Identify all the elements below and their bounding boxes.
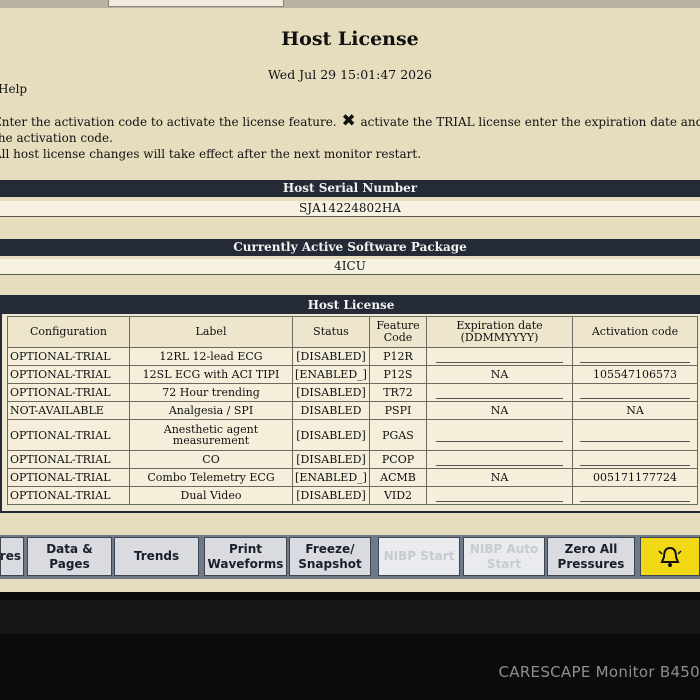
software-package-value: 4ICU bbox=[0, 259, 700, 275]
trends-button[interactable]: Trends bbox=[114, 537, 199, 576]
table-row[interactable]: OPTIONAL-TRIAL 12RL 12-lead ECG [DISABLE… bbox=[7, 347, 698, 366]
close-x-icon: ✖ bbox=[341, 111, 356, 131]
row-feature-code: PGAS bbox=[369, 419, 427, 451]
expiration-date-field: NA bbox=[426, 468, 573, 487]
instruction-line-1a: Enter the activation code to activate th… bbox=[0, 115, 337, 129]
row-configuration: OPTIONAL-TRIAL bbox=[7, 468, 130, 487]
expiration-date-field[interactable] bbox=[426, 450, 573, 469]
row-label: Anesthetic agent measurement bbox=[129, 419, 293, 451]
nibp-auto-start-button: NIBP Auto Start bbox=[463, 537, 545, 576]
row-label: Dual Video bbox=[129, 486, 293, 505]
expiration-date-field[interactable] bbox=[426, 347, 573, 366]
help-label: Help bbox=[0, 82, 28, 96]
nibp-start-button: NIBP Start bbox=[378, 537, 460, 576]
instruction-line-3: All host license changes will take effec… bbox=[0, 147, 422, 161]
expiration-date-field: NA bbox=[426, 401, 573, 420]
top-tab[interactable] bbox=[108, 0, 284, 7]
row-feature-code: P12R bbox=[369, 347, 427, 366]
row-configuration: OPTIONAL-TRIAL bbox=[7, 383, 130, 402]
table-row: NOT-AVAILABLE Analgesia / SPI DISABLED P… bbox=[7, 401, 698, 420]
expiration-date-field[interactable] bbox=[426, 486, 573, 505]
row-feature-code: TR72 bbox=[369, 383, 427, 402]
instruction-line-1: Enter the activation code to activate th… bbox=[0, 111, 700, 131]
table-row[interactable]: OPTIONAL-TRIAL 12SL ECG with ACI TIPI [E… bbox=[7, 365, 698, 384]
activation-code-field: 105547106573 bbox=[572, 365, 698, 384]
row-label: Combo Telemetry ECG bbox=[129, 468, 293, 487]
monitor-bezel bbox=[0, 600, 700, 634]
page-title: Host License bbox=[281, 28, 419, 50]
print-waveforms-button[interactable]: Print Waveforms bbox=[204, 537, 287, 576]
instruction-line-2: the activation code. bbox=[0, 131, 113, 145]
row-label: 12RL 12-lead ECG bbox=[129, 347, 293, 366]
activation-code-field: NA bbox=[572, 401, 698, 420]
row-status[interactable]: [ENABLED_] bbox=[292, 365, 370, 384]
row-status[interactable]: [DISABLED] bbox=[292, 383, 370, 402]
row-status: DISABLED bbox=[292, 401, 370, 420]
alarm-button[interactable] bbox=[640, 537, 700, 576]
instruction-line-1b: activate the TRIAL license enter the exp… bbox=[360, 115, 700, 129]
device-brand-label: CARESCAPE Monitor B450 bbox=[498, 663, 700, 681]
row-feature-code: VID2 bbox=[369, 486, 427, 505]
license-table-header: Host License bbox=[2, 297, 700, 314]
license-table-frame: Host License Configuration Label Status … bbox=[0, 295, 700, 513]
monitor-screen: Host License Wed Jul 29 15:01:47 2026 He… bbox=[0, 0, 700, 592]
row-feature-code: PSPI bbox=[369, 401, 427, 420]
col-activation-code: Activation code bbox=[572, 316, 698, 348]
row-feature-code: P12S bbox=[369, 365, 427, 384]
table-row[interactable]: OPTIONAL-TRIAL 72 Hour trending [DISABLE… bbox=[7, 383, 698, 402]
license-table-columns: Configuration Label Status Feature Code … bbox=[7, 316, 698, 348]
row-label: 12SL ECG with ACI TIPI bbox=[129, 365, 293, 384]
row-status[interactable]: [DISABLED] bbox=[292, 486, 370, 505]
top-strip bbox=[0, 0, 700, 8]
row-feature-code: PCOP bbox=[369, 450, 427, 469]
freeze-snapshot-button[interactable]: Freeze/ Snapshot bbox=[289, 537, 371, 576]
data-pages-button[interactable]: Data & Pages bbox=[27, 537, 112, 576]
row-configuration: OPTIONAL-TRIAL bbox=[7, 486, 130, 505]
serial-number-header: Host Serial Number bbox=[0, 180, 700, 197]
activation-code-field: 005171177724 bbox=[572, 468, 698, 487]
col-configuration: Configuration bbox=[7, 316, 130, 348]
row-label: Analgesia / SPI bbox=[129, 401, 293, 420]
row-configuration: OPTIONAL-TRIAL bbox=[7, 365, 130, 384]
row-configuration: NOT-AVAILABLE bbox=[7, 401, 130, 420]
row-configuration: OPTIONAL-TRIAL bbox=[7, 419, 130, 451]
bell-alarm-icon bbox=[658, 546, 682, 567]
license-table: Configuration Label Status Feature Code … bbox=[7, 316, 698, 505]
table-row[interactable]: OPTIONAL-TRIAL CO [DISABLED] PCOP bbox=[7, 450, 698, 469]
activation-code-field[interactable] bbox=[572, 486, 698, 505]
software-package-header: Currently Active Software Package bbox=[0, 239, 700, 256]
row-feature-code: ACMB bbox=[369, 468, 427, 487]
table-row[interactable]: OPTIONAL-TRIAL Anesthetic agent measurem… bbox=[7, 419, 698, 451]
col-expiration-date: Expiration date (DDMMYYYY) bbox=[426, 316, 573, 348]
expiration-date-field[interactable] bbox=[426, 383, 573, 402]
serial-number-value: SJA14224802HA bbox=[0, 201, 700, 217]
activation-code-field[interactable] bbox=[572, 450, 698, 469]
row-label: 72 Hour trending bbox=[129, 383, 293, 402]
row-configuration: OPTIONAL-TRIAL bbox=[7, 347, 130, 366]
col-label: Label bbox=[129, 316, 293, 348]
partial-menu-button[interactable]: res bbox=[0, 537, 24, 576]
expiration-date-field: NA bbox=[426, 365, 573, 384]
col-status: Status bbox=[292, 316, 370, 348]
row-label: CO bbox=[129, 450, 293, 469]
datetime-display: Wed Jul 29 15:01:47 2026 bbox=[267, 67, 433, 82]
row-status[interactable]: [DISABLED] bbox=[292, 347, 370, 366]
row-configuration: OPTIONAL-TRIAL bbox=[7, 450, 130, 469]
table-row[interactable]: OPTIONAL-TRIAL Dual Video [DISABLED] VID… bbox=[7, 486, 698, 505]
expiration-date-field[interactable] bbox=[426, 419, 573, 451]
row-status[interactable]: [DISABLED] bbox=[292, 450, 370, 469]
activation-code-field[interactable] bbox=[572, 383, 698, 402]
activation-code-field[interactable] bbox=[572, 419, 698, 451]
activation-code-field[interactable] bbox=[572, 347, 698, 366]
row-status[interactable]: [ENABLED_] bbox=[292, 468, 370, 487]
row-status[interactable]: [DISABLED] bbox=[292, 419, 370, 451]
zero-all-pressures-button[interactable]: Zero All Pressures bbox=[547, 537, 635, 576]
col-feature-code: Feature Code bbox=[369, 316, 427, 348]
table-row[interactable]: OPTIONAL-TRIAL Combo Telemetry ECG [ENAB… bbox=[7, 468, 698, 487]
